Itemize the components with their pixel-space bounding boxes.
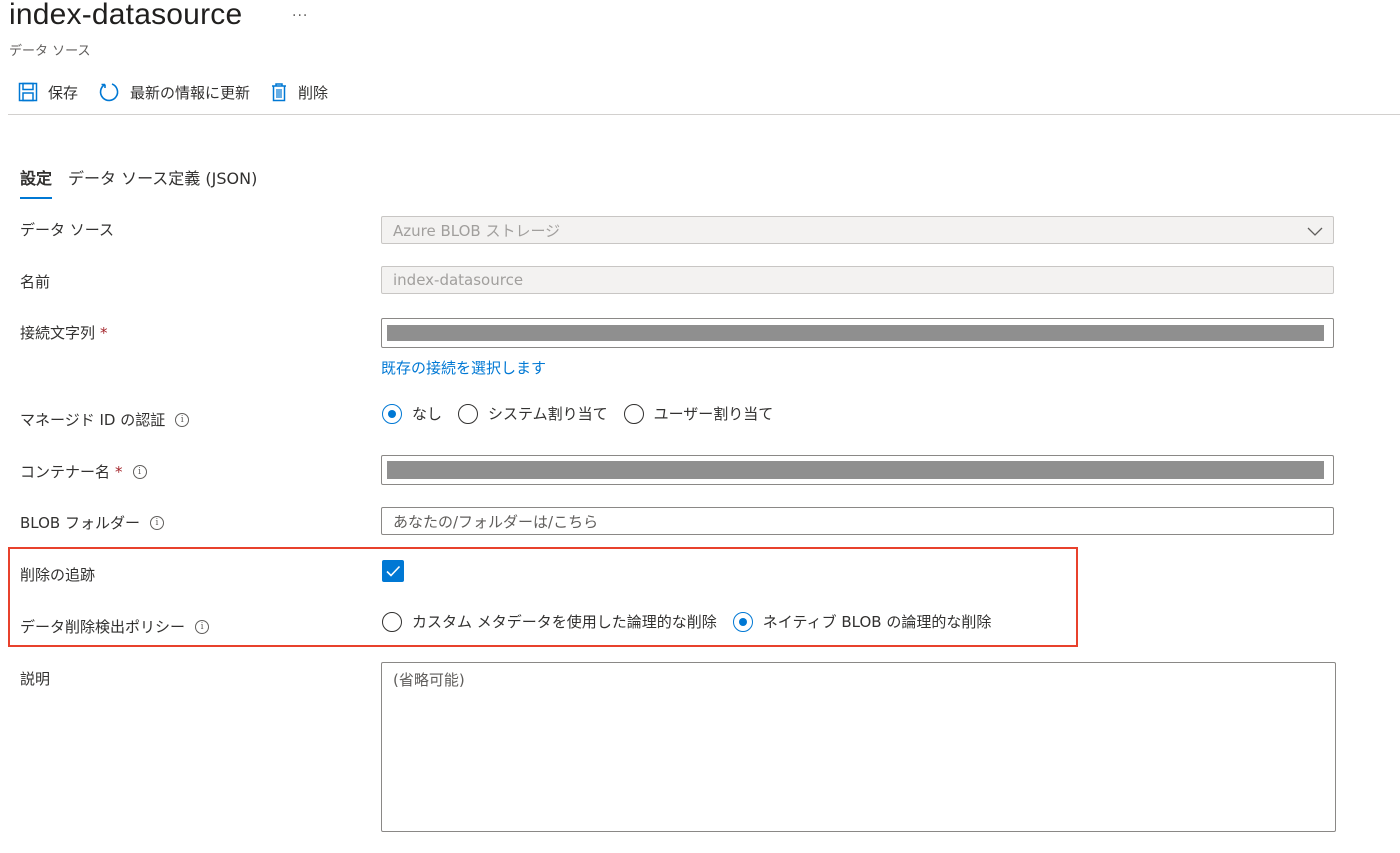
radio-custom-metadata[interactable]: カスタム メタデータを使用した論理的な削除 [382, 611, 717, 632]
radio-circle [458, 403, 479, 424]
datasource-value: Azure BLOB ストレージ [393, 221, 561, 240]
description-placeholder: (省略可能) [393, 671, 465, 689]
save-label: 保存 [48, 83, 79, 102]
refresh-icon [99, 83, 119, 102]
info-icon[interactable]: i [195, 619, 210, 634]
tab-list: 設定 データ ソース定義 (JSON) [20, 165, 273, 199]
radio-none[interactable]: なし [382, 403, 442, 424]
blob-folder-label-text: BLOB フォルダー [20, 514, 140, 532]
radio-label: システム割り当て [488, 405, 608, 423]
datasource-select[interactable]: Azure BLOB ストレージ [381, 216, 1334, 244]
track-deletion-checkbox[interactable] [382, 560, 404, 582]
radio-circle [732, 611, 753, 632]
connection-string-field[interactable] [381, 318, 1334, 348]
info-icon[interactable]: i [149, 515, 164, 530]
radio-label: ネイティブ BLOB の論理的な削除 [762, 613, 992, 631]
radio-circle [382, 403, 402, 424]
radio-system-assigned[interactable]: システム割り当て [458, 403, 608, 424]
container-name-label: コンテナー名 * i [20, 461, 147, 482]
tab-settings[interactable]: 設定 [20, 165, 53, 199]
tab-json-definition[interactable]: データ ソース定義 (JSON) [68, 165, 257, 199]
container-name-label-text: コンテナー名 [20, 463, 111, 481]
page-subtitle: データ ソース [9, 44, 91, 59]
radio-native-blob-soft-delete[interactable]: ネイティブ BLOB の論理的な削除 [732, 611, 992, 632]
blob-folder-placeholder: あなたの/フォルダーは/こちら [393, 512, 599, 531]
trash-icon [272, 83, 287, 102]
toolbar-divider [8, 114, 1400, 115]
save-button[interactable]: 保存 [18, 82, 78, 103]
redacted-value [387, 461, 1324, 479]
name-label-text: 名前 [20, 273, 51, 291]
radio-label: カスタム メタデータを使用した論理的な削除 [412, 613, 717, 631]
delete-label: 削除 [298, 83, 329, 102]
datasource-label-text: データ ソース [20, 221, 115, 239]
name-label: 名前 [20, 271, 50, 292]
deletion-policy-label: データ削除検出ポリシー i [20, 616, 210, 637]
managed-id-label: マネージド ID の認証 i [20, 409, 190, 430]
managed-id-radio-group: なし システム割り当て ユーザー割り当て [382, 403, 789, 424]
name-value: index-datasource [393, 271, 524, 289]
delete-button[interactable]: 削除 [270, 82, 328, 103]
save-icon [18, 82, 38, 102]
connection-string-label-text: 接続文字列 [20, 324, 96, 342]
refresh-label: 最新の情報に更新 [130, 83, 251, 102]
deletion-policy-radio-group: カスタム メタデータを使用した論理的な削除 ネイティブ BLOB の論理的な削除 [382, 611, 1007, 632]
description-textarea[interactable]: (省略可能) [381, 662, 1336, 832]
radio-label: ユーザー割り当て [653, 405, 774, 423]
info-icon[interactable]: i [132, 464, 147, 479]
choose-existing-connection-link[interactable]: 既存の接続を選択します [381, 357, 546, 378]
description-label-text: 説明 [20, 670, 51, 688]
description-label: 説明 [20, 668, 50, 689]
page-title: index-datasource [9, 0, 243, 31]
command-bar: 保存 最新の情報に更新 削除 [18, 79, 348, 105]
checkmark-icon [386, 565, 401, 577]
deletion-policy-label-text: データ削除検出ポリシー [20, 618, 186, 636]
radio-user-assigned[interactable]: ユーザー割り当て [623, 403, 774, 424]
required-mark: * [100, 323, 108, 342]
more-options-button[interactable]: ··· [292, 8, 308, 24]
chevron-down-icon [1307, 227, 1323, 236]
refresh-button[interactable]: 最新の情報に更新 [98, 81, 250, 103]
track-deletion-label: 削除の追跡 [20, 564, 95, 585]
blob-folder-input[interactable]: あなたの/フォルダーは/こちら [381, 507, 1334, 535]
redacted-value [387, 325, 1324, 341]
radio-circle [382, 611, 402, 632]
container-name-field[interactable] [381, 455, 1334, 485]
datasource-label: データ ソース [20, 219, 114, 240]
radio-circle [623, 403, 644, 424]
name-field[interactable]: index-datasource [381, 266, 1334, 294]
info-icon[interactable]: i [175, 412, 190, 427]
blob-folder-label: BLOB フォルダー i [20, 512, 164, 533]
track-deletion-label-text: 削除の追跡 [20, 566, 96, 584]
radio-label: なし [412, 405, 443, 423]
required-mark: * [115, 462, 123, 481]
managed-id-label-text: マネージド ID の認証 [20, 411, 166, 429]
connection-string-label: 接続文字列 * [20, 322, 108, 343]
